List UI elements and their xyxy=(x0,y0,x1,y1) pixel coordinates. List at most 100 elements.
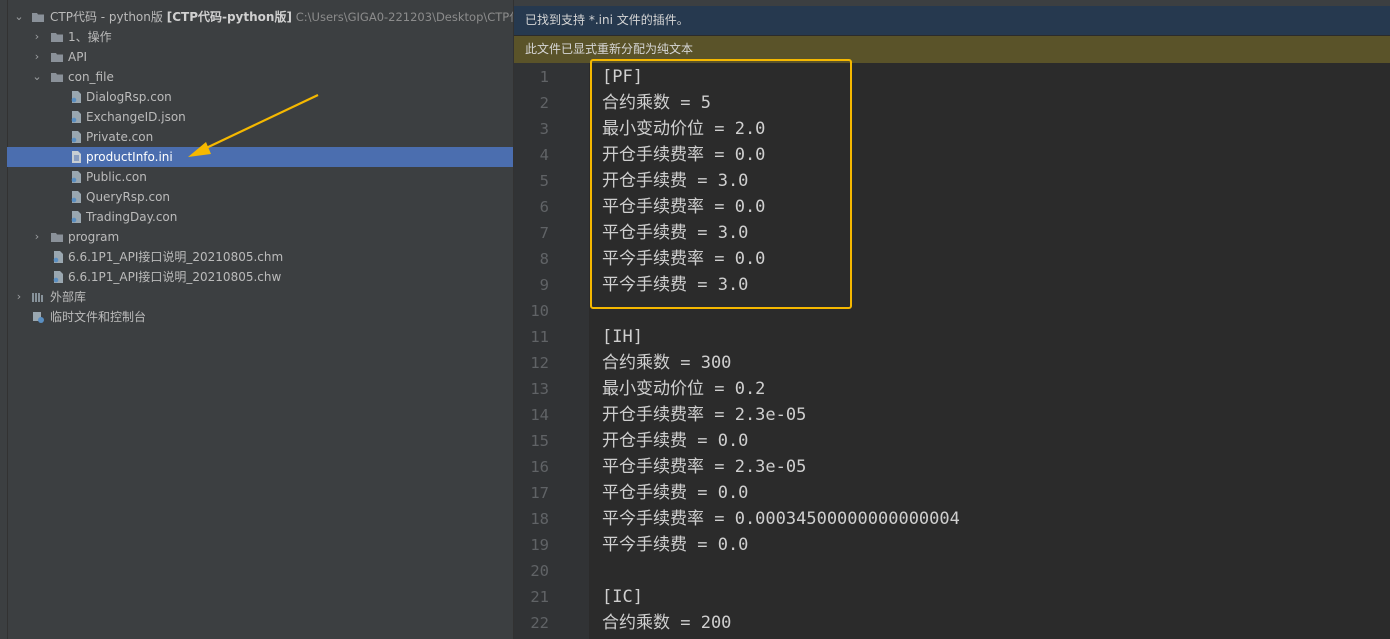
chevron-right-icon[interactable]: › xyxy=(30,227,44,247)
folder-icon xyxy=(51,33,63,42)
code-line[interactable]: 平仓手续费率 = 2.3e-05 xyxy=(602,454,806,480)
tree-file-productinfo[interactable]: productInfo.ini xyxy=(7,147,513,167)
tree-item-label: DialogRsp.con xyxy=(86,90,172,104)
project-path: C:\Users\GIGA0-221203\Desktop\CTP代 xyxy=(295,10,513,24)
text-file-icon xyxy=(71,131,81,143)
code-line[interactable]: 平仓手续费 = 0.0 xyxy=(602,480,748,506)
code-line[interactable]: 平今手续费 = 3.0 xyxy=(602,272,748,298)
line-number: 3 xyxy=(539,120,549,138)
text-file-icon xyxy=(71,191,81,203)
line-number: 14 xyxy=(530,406,549,424)
chevron-right-icon[interactable]: › xyxy=(12,287,26,307)
plain-text-banner[interactable]: 此文件已显式重新分配为纯文本 xyxy=(514,36,1390,63)
tree-item-label: QueryRsp.con xyxy=(86,190,171,204)
code-line[interactable]: 平今手续费率 = 0.0 xyxy=(602,246,765,272)
tree-item-label: 6.6.1P1_API接口说明_20210805.chw xyxy=(68,270,282,284)
tree-file-exchangeid[interactable]: ExchangeID.json xyxy=(7,107,513,127)
line-number: 20 xyxy=(530,562,549,580)
chevron-right-icon[interactable]: › xyxy=(30,27,44,47)
tree-item-label: 临时文件和控制台 xyxy=(50,310,147,324)
code-line[interactable]: 平仓手续费率 = 0.0 xyxy=(602,194,765,220)
tree-folder-operation[interactable]: › 1、操作 xyxy=(7,27,513,47)
line-number: 18 xyxy=(530,510,549,528)
line-number: 7 xyxy=(539,224,549,242)
folder-icon xyxy=(51,233,63,242)
line-number: 16 xyxy=(530,458,549,476)
tree-folder-program[interactable]: › program xyxy=(7,227,513,247)
code-line[interactable]: [IC] xyxy=(602,584,643,610)
tree-item-label: TradingDay.con xyxy=(86,210,178,224)
tree-item-label: con_file xyxy=(68,70,114,84)
line-number: 2 xyxy=(539,94,549,112)
text-file-icon xyxy=(71,91,81,103)
text-file-icon xyxy=(71,171,81,183)
code-line[interactable]: 开仓手续费率 = 2.3e-05 xyxy=(602,402,806,428)
tree-item-label: Private.con xyxy=(86,130,154,144)
tree-item-label: 1、操作 xyxy=(68,30,112,44)
tree-item-label: Public.con xyxy=(86,170,147,184)
ini-file-icon xyxy=(72,151,81,163)
code-line[interactable]: 平今手续费 = 0.0 xyxy=(602,532,748,558)
code-line[interactable]: 最小变动价位 = 0.2 xyxy=(602,376,765,402)
text-file-icon xyxy=(71,211,81,223)
line-number: 6 xyxy=(539,198,549,216)
line-number: 9 xyxy=(539,276,549,294)
project-module-name: [CTP代码-python版] xyxy=(166,10,292,24)
folder-icon xyxy=(51,73,63,82)
code-line[interactable]: 最小变动价位 = 2.0 xyxy=(602,116,765,142)
code-line[interactable]: 开仓手续费 = 0.0 xyxy=(602,428,748,454)
editor-panel: 已找到支持 *.ini 文件的插件。 此文件已显式重新分配为纯文本 1 [PF] 2… xyxy=(513,0,1390,639)
tree-item-label: productInfo.ini xyxy=(86,150,173,164)
tree-file-chm[interactable]: 6.6.1P1_API接口说明_20210805.chm xyxy=(7,247,513,267)
folder-icon xyxy=(51,53,63,62)
line-number: 1 xyxy=(539,68,549,86)
plugin-suggestion-banner[interactable]: 已找到支持 *.ini 文件的插件。 xyxy=(514,6,1390,35)
line-number: 12 xyxy=(530,354,549,372)
line-number: 4 xyxy=(539,146,549,164)
code-line[interactable]: 平今手续费率 = 0.00034500000000000004 xyxy=(602,506,960,532)
tree-scratches-consoles[interactable]: 临时文件和控制台 xyxy=(7,307,513,327)
panel-top-strip xyxy=(0,0,513,6)
line-number: 5 xyxy=(539,172,549,190)
line-number: 8 xyxy=(539,250,549,268)
tree-item-label: 外部库 xyxy=(50,290,87,304)
tree-file-dialogrsp[interactable]: DialogRsp.con xyxy=(7,87,513,107)
tree-item-label: program xyxy=(68,230,120,244)
line-number: 17 xyxy=(530,484,549,502)
chevron-down-icon[interactable]: ⌄ xyxy=(30,67,44,87)
tree-file-tradingday[interactable]: TradingDay.con xyxy=(7,207,513,227)
code-line[interactable]: 开仓手续费 = 3.0 xyxy=(602,168,748,194)
tree-item-label: API xyxy=(68,50,87,64)
tree-root-label: CTP代码 - python版 [CTP代码-python版] C:\Users… xyxy=(50,7,513,27)
chm-file-icon xyxy=(53,251,63,263)
tree-external-libraries[interactable]: › 外部库 xyxy=(7,287,513,307)
tree-item-label: 6.6.1P1_API接口说明_20210805.chm xyxy=(68,250,284,264)
code-line[interactable]: 合约乘数 = 200 xyxy=(602,610,731,636)
project-name: CTP代码 - python版 xyxy=(50,10,163,24)
tree-file-private[interactable]: Private.con xyxy=(7,127,513,147)
code-line[interactable]: 平仓手续费 = 3.0 xyxy=(602,220,748,246)
project-tree-panel: ⌄ CTP代码 - python版 [CTP代码-python版] C:\Use… xyxy=(0,0,513,639)
code-line[interactable]: 合约乘数 = 300 xyxy=(602,350,731,376)
tree-file-chw[interactable]: 6.6.1P1_API接口说明_20210805.chw xyxy=(7,267,513,287)
tree-folder-api[interactable]: › API xyxy=(7,47,513,67)
line-number: 11 xyxy=(530,328,549,346)
chevron-down-icon[interactable]: ⌄ xyxy=(12,7,26,27)
line-number: 10 xyxy=(530,302,549,320)
tree-file-queryrsp[interactable]: QueryRsp.con xyxy=(7,187,513,207)
tree-file-public[interactable]: Public.con xyxy=(7,167,513,187)
code-line[interactable]: [PF] xyxy=(602,64,643,90)
folder-icon xyxy=(32,13,44,22)
code-line[interactable]: 合约乘数 = 5 xyxy=(602,90,711,116)
chevron-right-icon[interactable]: › xyxy=(30,47,44,67)
code-line[interactable]: [IH] xyxy=(602,324,643,350)
chw-file-icon xyxy=(53,271,63,283)
line-number: 13 xyxy=(530,380,549,398)
tree-item-label: ExchangeID.json xyxy=(86,110,186,124)
line-number: 19 xyxy=(530,536,549,554)
code-line[interactable]: 开仓手续费率 = 0.0 xyxy=(602,142,765,168)
tree-folder-con-file[interactable]: ⌄ con_file xyxy=(7,67,513,87)
scratch-console-icon xyxy=(33,312,44,323)
line-number: 21 xyxy=(530,588,549,606)
tree-root-project[interactable]: ⌄ CTP代码 - python版 [CTP代码-python版] C:\Use… xyxy=(7,7,513,27)
